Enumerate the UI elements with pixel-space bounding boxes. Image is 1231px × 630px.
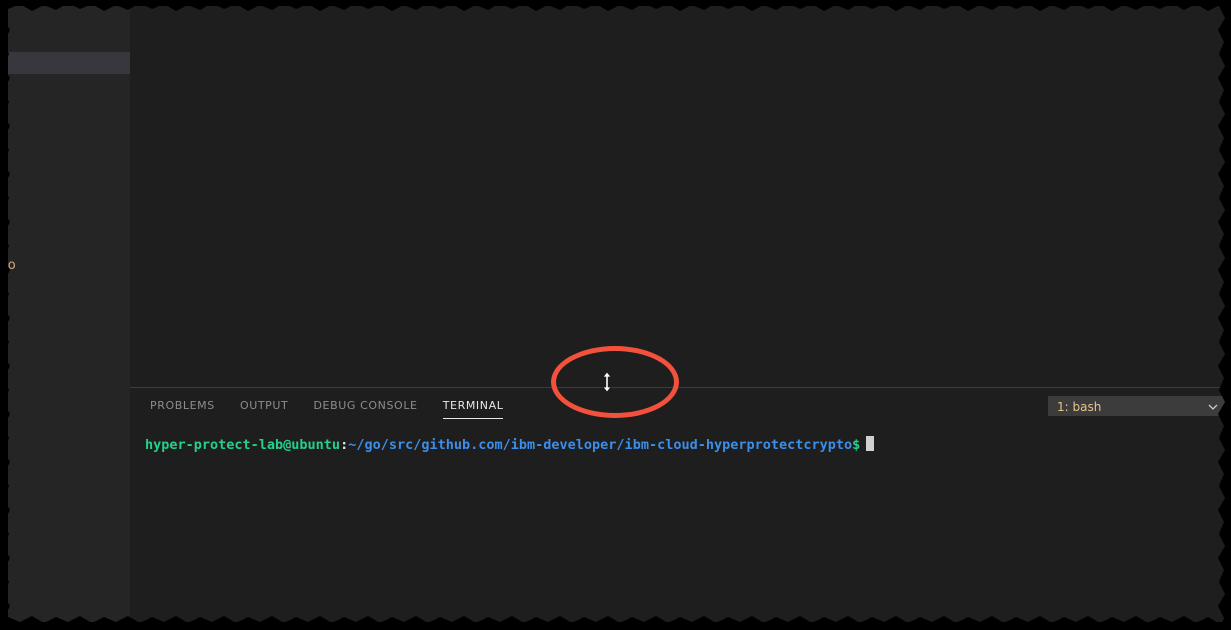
sidebar-item-1-selected[interactable] xyxy=(8,52,130,74)
tab-problems[interactable]: PROBLEMS xyxy=(150,388,215,423)
sidebar-item-drawio[interactable]: drawio xyxy=(8,255,130,277)
sidebar-item-0[interactable] xyxy=(8,18,130,40)
terminal-cursor xyxy=(866,436,875,451)
chevron-down-icon xyxy=(1207,397,1219,415)
tab-debug-console[interactable]: DEBUG CONSOLE xyxy=(313,388,417,423)
tab-terminal[interactable]: TERMINAL xyxy=(442,388,504,423)
sidebar-item-2[interactable] xyxy=(8,116,130,138)
terminal-path: ~/go/src/github.com/ibm-developer/ibm-cl… xyxy=(348,437,853,453)
terminal-instance-select[interactable]: 1: bash xyxy=(1048,396,1226,416)
sidebar-item-label: drawio xyxy=(8,258,16,273)
sidebar-item-svg[interactable]: .vg xyxy=(8,277,130,299)
screenshot-root: drawio .vg Add workspace folder... Recen… xyxy=(0,0,1231,630)
terminal-user-host: hyper-protect-lab@ubuntu xyxy=(145,437,341,453)
bottom-panel: PROBLEMS OUTPUT DEBUG CONSOLE TERMINAL 1… xyxy=(130,387,1231,622)
terminal-instance-label: 1: bash xyxy=(1057,400,1102,414)
terminal-prompt-line: hyper-protect-lab@ubuntu:~/go/src/github… xyxy=(145,436,1231,454)
explorer-sidebar[interactable]: drawio .vg xyxy=(8,6,130,622)
vscode-window: drawio .vg Add workspace folder... Recen… xyxy=(8,6,1231,622)
terminal-prompt-symbol: $ xyxy=(852,437,861,453)
terminal-body[interactable]: hyper-protect-lab@ubuntu:~/go/src/github… xyxy=(130,423,1231,622)
welcome-editor: Add workspace folder... Recent No recent… xyxy=(130,6,1231,387)
tab-output[interactable]: OUTPUT xyxy=(240,388,288,423)
terminal-separator: : xyxy=(340,437,349,453)
